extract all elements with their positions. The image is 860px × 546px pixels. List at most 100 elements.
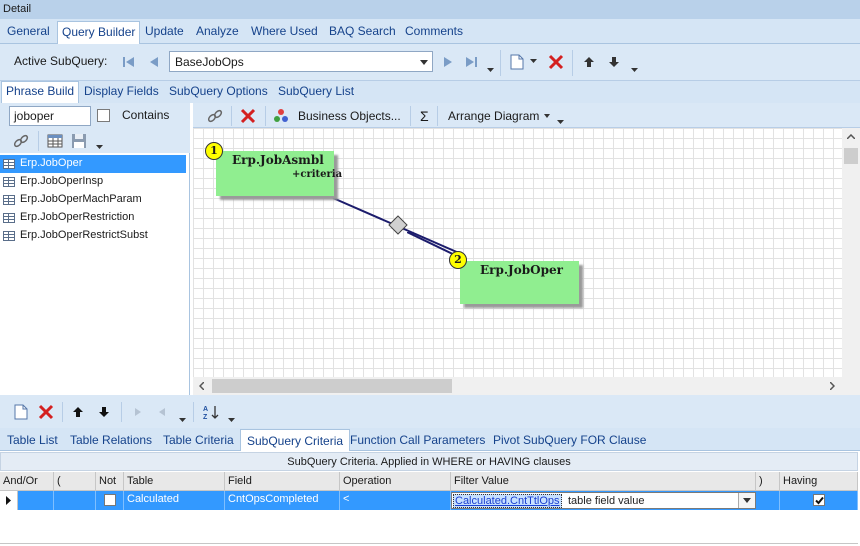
business-objects-button[interactable]: Business Objects... [298,109,401,123]
tab-phrase-build[interactable]: Phrase Build [1,81,80,103]
tab-where-used[interactable]: Where Used [251,24,318,38]
filter-value-dropdown[interactable] [738,493,755,508]
cell-table[interactable]: Calculated [124,491,225,510]
scroll-up-icon[interactable] [847,134,855,139]
diagram-node-jobasmbl[interactable]: Erp.JobAsmbl +criteria [216,151,342,196]
column-header-having[interactable]: Having [780,472,858,491]
arrange-diagram-button[interactable]: Arrange Diagram [448,109,539,123]
criteria-grid-empty-area[interactable] [0,510,858,544]
filter-value-editor[interactable]: Calculated.CntTtlOps table field value [451,492,756,509]
cell-open-paren[interactable] [54,491,96,510]
move-up-button[interactable] [579,52,599,72]
column-header-filter-value[interactable]: Filter Value [451,472,756,491]
delete-x-icon [240,108,256,124]
prev-record-button[interactable] [143,52,165,72]
last-record-button[interactable] [460,52,482,72]
tab-pivot-subquery[interactable]: Pivot SubQuery FOR Clause [493,433,646,447]
new-criteria-button[interactable] [11,402,31,422]
column-header-close-paren[interactable]: ) [756,472,780,491]
cell-having[interactable] [780,491,858,510]
overflow-icon[interactable] [487,68,494,72]
tab-comments[interactable]: Comments [405,24,463,38]
column-header-field[interactable]: Field [225,472,340,491]
table-list-item[interactable]: Erp.JobOper [0,155,186,173]
subquery-select[interactable]: BaseJobOps [169,51,433,72]
calculated-field-button[interactable]: Σ [420,108,429,124]
table-icon [3,195,15,205]
scroll-right-icon[interactable] [830,382,835,390]
horizontal-scrollbar[interactable] [193,377,842,395]
link-button[interactable] [11,131,31,151]
diagram-delete-button[interactable] [237,106,259,126]
cell-close-paren[interactable] [756,491,780,510]
scroll-left-icon[interactable] [199,382,204,390]
horizontal-scroll-thumb[interactable] [212,379,452,393]
tab-table-criteria[interactable]: Table Criteria [163,433,234,447]
tab-analyze[interactable]: Analyze [196,24,239,38]
tab-table-list[interactable]: Table List [7,433,58,447]
overflow-icon[interactable] [557,120,564,124]
tab-subquery-criteria[interactable]: SubQuery Criteria [240,429,351,452]
overflow-icon[interactable] [179,418,186,422]
vertical-scroll-thumb[interactable] [844,148,858,164]
overflow-icon[interactable] [228,418,235,422]
tab-function-call-parameters[interactable]: Function Call Parameters [350,433,485,447]
contains-checkbox[interactable] [97,109,110,122]
save-layout-button[interactable] [69,131,89,151]
move-down-button[interactable] [604,52,624,72]
criteria-toolbar: AZ [0,395,860,428]
tab-subquery-list[interactable]: SubQuery List [278,84,354,98]
criteria-grid-caption: SubQuery Criteria. Applied in WHERE or H… [0,452,858,471]
vertical-scrollbar[interactable] [842,128,860,377]
indent-left-button[interactable] [152,402,172,422]
overflow-icon[interactable] [96,145,103,149]
column-header-not[interactable]: Not [96,472,124,491]
criteria-move-up-button[interactable] [68,402,88,422]
business-objects-icon-button[interactable] [271,106,291,126]
column-header-andor[interactable]: And/Or [0,472,54,491]
tab-baq-search[interactable]: BAQ Search [329,24,396,38]
tab-subquery-options[interactable]: SubQuery Options [169,84,268,98]
table-list-item[interactable]: Erp.JobOperMachParam [0,191,186,209]
row-selector[interactable] [0,491,18,510]
table-list-item[interactable]: Erp.JobOperRestrictSubst [0,227,186,245]
diagram-node-joboper[interactable]: Erp.JobOper [460,261,579,304]
tab-query-builder[interactable]: Query Builder [57,21,141,45]
diagram-link-button[interactable] [205,106,225,126]
svg-text:A: A [203,406,208,413]
table-list-item[interactable]: Erp.JobOperInsp [0,173,186,191]
criteria-row[interactable]: Calculated CntOpsCompleted < Calculated.… [0,491,858,510]
column-header-table[interactable]: Table [124,472,225,491]
first-record-button[interactable] [118,52,140,72]
having-checkbox[interactable] [813,494,825,506]
criteria-move-down-button[interactable] [94,402,114,422]
sort-az-button[interactable]: AZ [200,402,222,422]
table-search-input[interactable]: joboper [9,106,91,126]
new-subquery-button[interactable] [507,52,527,72]
table-list-item[interactable]: Erp.JobOperRestriction [0,209,186,227]
toolbar-separator [193,402,194,422]
not-checkbox[interactable] [104,494,116,506]
filter-value-link[interactable]: Calculated.CntTtlOps [453,494,562,508]
tab-display-fields[interactable]: Display Fields [84,84,159,98]
join-diamond-icon[interactable] [388,215,408,235]
next-record-button[interactable] [437,52,459,72]
tab-update[interactable]: Update [145,24,184,38]
delete-criteria-button[interactable] [36,402,56,422]
tab-general[interactable]: General [7,24,50,38]
tab-table-relations[interactable]: Table Relations [70,433,152,447]
new-dropdown-chevron-icon[interactable] [530,59,537,63]
cell-field[interactable]: CntOpsCompleted [225,491,340,510]
delete-subquery-button[interactable] [545,52,567,72]
cell-operation[interactable]: < [340,491,451,510]
column-header-open-paren[interactable]: ( [54,472,96,491]
table-view-button[interactable] [45,131,65,151]
cell-not[interactable] [96,491,124,510]
indent-right-button[interactable] [128,402,148,422]
chevron-down-icon[interactable] [544,114,550,118]
query-diagram-canvas[interactable]: Erp.JobAsmbl +criteria 1 Erp.JobOper 2 [193,128,842,377]
cell-andor[interactable] [18,491,54,510]
column-header-operation[interactable]: Operation [340,472,451,491]
overflow-icon[interactable] [631,68,638,72]
new-document-icon [14,404,28,420]
